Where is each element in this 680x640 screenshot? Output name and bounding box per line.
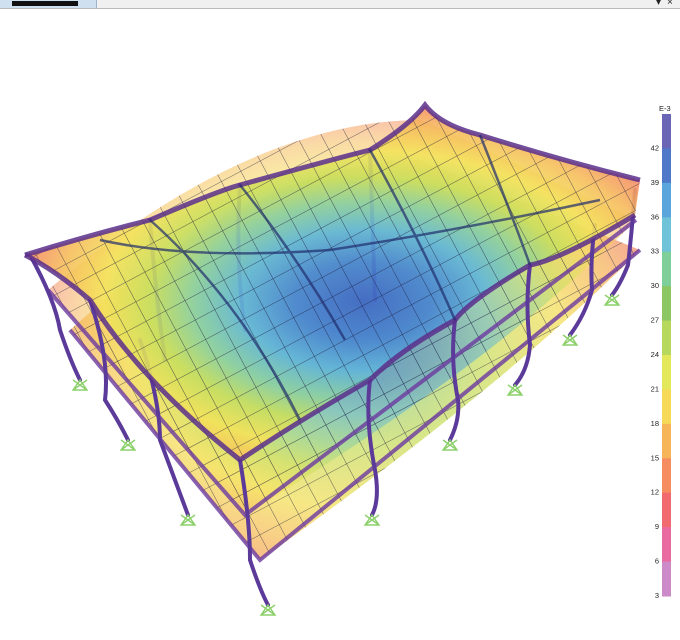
viewport-tab[interactable] — [0, 0, 97, 8]
legend-swatch — [662, 527, 671, 563]
legend-swatch — [662, 286, 671, 322]
legend-unit: E-3 — [659, 104, 671, 113]
legend-swatch — [662, 389, 671, 425]
legend-tick-label: 21 — [651, 384, 659, 393]
legend-tick-label: 27 — [651, 316, 659, 325]
legend-swatch — [662, 355, 671, 390]
legend-tick-label: 9 — [655, 522, 659, 531]
legend-tick-label: 36 — [651, 212, 659, 221]
color-legend: E-3 42 39 36 33 30 27 24 21 18 15 12 9 6 3 — [651, 104, 671, 600]
legend-tick-label: 3 — [655, 591, 659, 600]
legend-swatch — [662, 182, 671, 218]
legend-tick-label: 6 — [655, 557, 659, 566]
structure-render: E-3 42 39 36 33 30 27 24 21 18 15 12 9 6 3 — [23, 100, 671, 616]
legend-swatch — [662, 492, 671, 528]
legend-tick-label: 12 — [651, 488, 659, 497]
legend-tick-label: 18 — [651, 419, 659, 428]
legend-swatch — [662, 148, 671, 184]
3d-model-viewport[interactable]: E-3 42 39 36 33 30 27 24 21 18 15 12 9 6 3 — [0, 9, 680, 640]
close-icon[interactable]: × — [667, 0, 673, 9]
legend-swatch — [662, 458, 671, 494]
legend-swatch — [662, 423, 671, 459]
legend-tick-label: 39 — [651, 178, 659, 187]
legend-swatch — [662, 320, 671, 356]
tab-title — [12, 1, 78, 6]
legend-tick-label: 33 — [651, 247, 659, 256]
legend-swatch — [662, 561, 671, 597]
legend-tick-label: 30 — [651, 281, 659, 290]
legend-tick-label: 15 — [651, 453, 659, 462]
legend-swatch — [662, 251, 671, 287]
legend-swatch — [662, 217, 671, 253]
legend-tick-label: 42 — [651, 143, 659, 152]
legend-swatch — [662, 114, 671, 149]
window-titlebar: ▾ × — [0, 0, 680, 9]
chevron-down-icon[interactable]: ▾ — [656, 0, 661, 9]
legend-tick-label: 24 — [651, 350, 659, 359]
